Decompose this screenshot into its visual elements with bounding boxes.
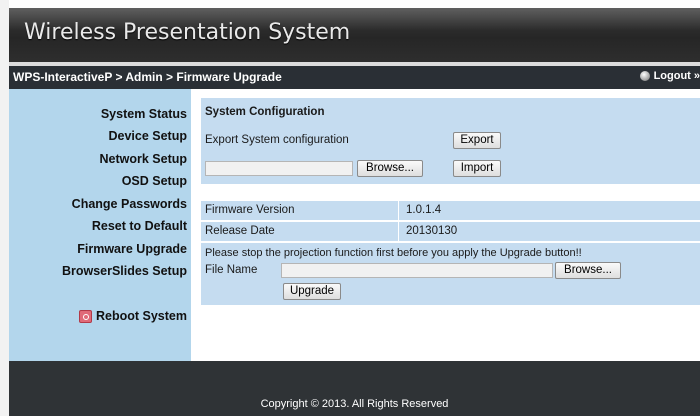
sidebar-item-reset-to-default[interactable]: Reset to Default xyxy=(92,219,187,233)
config-file-field[interactable] xyxy=(205,161,353,176)
release-date-value: 20130130 xyxy=(406,225,458,237)
firmware-version-label: Firmware Version xyxy=(205,204,295,216)
firmware-browse-button[interactable]: Browse... xyxy=(555,262,621,279)
release-date-label: Release Date xyxy=(205,225,275,237)
release-date-row: Release Date 20130130 xyxy=(201,222,700,241)
upgrade-panel: Please stop the projection function firs… xyxy=(201,243,700,305)
reboot-system-link[interactable]: Reboot System xyxy=(79,309,187,323)
header-banner: Wireless Presentation System xyxy=(9,8,700,62)
upgrade-button[interactable]: Upgrade xyxy=(283,283,341,300)
sidebar-item-firmware-upgrade[interactable]: Firmware Upgrade xyxy=(77,242,187,256)
sidebar-item-change-passwords[interactable]: Change Passwords xyxy=(72,197,187,211)
export-button[interactable]: Export xyxy=(453,132,501,149)
config-browse-button[interactable]: Browse... xyxy=(357,160,423,177)
logout-icon xyxy=(639,71,650,81)
power-icon xyxy=(79,309,92,323)
import-button[interactable]: Import xyxy=(453,160,501,177)
column-divider xyxy=(398,222,399,241)
breadcrumb: WPS-InteractiveP > Admin > Firmware Upgr… xyxy=(13,70,282,84)
sidebar-item-device-setup[interactable]: Device Setup xyxy=(108,129,187,143)
app-title: Wireless Presentation System xyxy=(24,20,351,45)
firmware-file-field[interactable] xyxy=(281,263,553,278)
sidebar-item-system-status[interactable]: System Status xyxy=(101,107,187,121)
upgrade-warning: Please stop the projection function firs… xyxy=(205,247,582,259)
nav-bar: WPS-InteractiveP > Admin > Firmware Upgr… xyxy=(9,66,700,89)
column-divider xyxy=(398,201,399,220)
page-frame: Wireless Presentation System WPS-Interac… xyxy=(9,0,700,416)
sidebar: System Status Device Setup Network Setup… xyxy=(9,89,191,361)
sidebar-item-network-setup[interactable]: Network Setup xyxy=(99,152,187,166)
export-label: Export System configuration xyxy=(205,134,349,146)
sidebar-item-osd-setup[interactable]: OSD Setup xyxy=(122,174,187,188)
copyright-text: Copyright © 2013. All Rights Reserved xyxy=(260,398,449,410)
reboot-label: Reboot System xyxy=(96,309,187,323)
logout-label: Logout » xyxy=(653,70,700,82)
firmware-version-value: 1.0.1.4 xyxy=(406,204,442,216)
firmware-version-row: Firmware Version 1.0.1.4 xyxy=(201,201,700,220)
footer: Copyright © 2013. All Rights Reserved xyxy=(9,361,700,416)
system-config-title: System Configuration xyxy=(205,106,325,118)
logout-link[interactable]: Logout » xyxy=(639,70,700,82)
file-name-label: File Name xyxy=(205,264,258,276)
system-config-panel: System Configuration Export System confi… xyxy=(201,98,700,184)
sidebar-item-browserslides-setup[interactable]: BrowserSlides Setup xyxy=(62,264,187,278)
